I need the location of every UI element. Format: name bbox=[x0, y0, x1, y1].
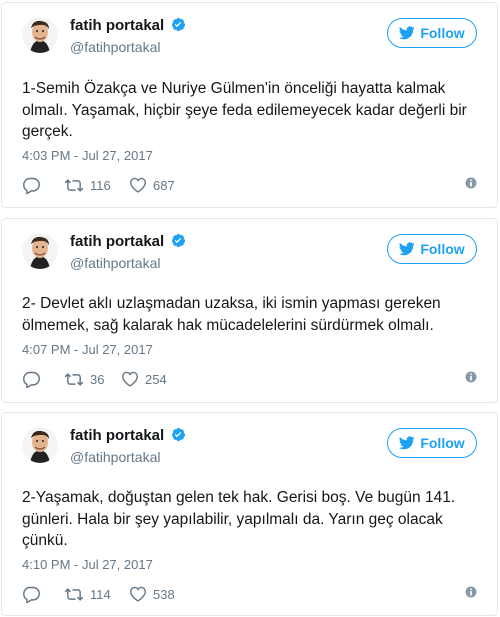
display-name[interactable]: fatih portakal bbox=[70, 233, 186, 252]
follow-label: Follow bbox=[420, 25, 465, 41]
retweet-count: 116 bbox=[90, 177, 111, 193]
follow-button[interactable]: Follow bbox=[387, 18, 477, 48]
reply-icon bbox=[23, 371, 40, 388]
twitter-bird-icon bbox=[399, 26, 416, 40]
retweet-button[interactable]: 114 bbox=[64, 584, 111, 604]
tweet-text: 2- Devlet aklı uzlaşmadan uzaksa, iki is… bbox=[22, 295, 441, 334]
like-button[interactable]: 254 bbox=[121, 369, 167, 389]
tweet-card-2: fatih portakal @fatihportakal Follow 2- … bbox=[1, 218, 498, 403]
tweet-actions: 116 687 bbox=[22, 175, 477, 195]
heart-icon bbox=[122, 371, 138, 387]
display-name[interactable]: fatih portakal bbox=[70, 427, 186, 446]
follow-label: Follow bbox=[420, 241, 465, 257]
display-name-text[interactable]: fatih portakal bbox=[70, 427, 164, 444]
reply-icon bbox=[23, 586, 40, 603]
user-handle[interactable]: @fatihportakal bbox=[70, 449, 160, 465]
tweet-timestamp[interactable]: 4:03 PM - Jul 27, 2017 bbox=[22, 148, 153, 163]
info-icon[interactable] bbox=[465, 177, 477, 192]
user-handle[interactable]: @fatihportakal bbox=[70, 255, 160, 271]
avatar[interactable] bbox=[22, 233, 58, 269]
twitter-bird-icon bbox=[399, 436, 416, 450]
verified-badge-icon bbox=[171, 427, 186, 446]
info-icon[interactable] bbox=[465, 586, 477, 601]
like-button[interactable]: 687 bbox=[129, 175, 175, 195]
display-name-text[interactable]: fatih portakal bbox=[70, 17, 164, 34]
retweet-count: 36 bbox=[90, 371, 105, 387]
info-icon[interactable] bbox=[465, 371, 477, 386]
display-name-text[interactable]: fatih portakal bbox=[70, 233, 164, 250]
tweet-timestamp[interactable]: 4:10 PM - Jul 27, 2017 bbox=[22, 557, 153, 572]
tweet-text: 1-Semih Özakça ve Nuriye Gülmen'in öncel… bbox=[22, 80, 467, 140]
tweet-actions: 114 538 bbox=[22, 584, 477, 604]
tweet-text: 2-Yaşamak, doğuştan gelen tek hak. Geris… bbox=[22, 489, 456, 549]
retweet-icon bbox=[64, 587, 84, 601]
retweet-icon bbox=[64, 178, 84, 192]
avatar[interactable] bbox=[22, 427, 58, 463]
tweet-card-3: fatih portakal @fatihportakal Follow 2-Y… bbox=[1, 412, 498, 616]
like-count: 687 bbox=[153, 177, 175, 193]
user-handle[interactable]: @fatihportakal bbox=[70, 39, 160, 55]
retweet-button[interactable]: 36 bbox=[64, 369, 104, 389]
heart-icon bbox=[130, 177, 146, 193]
tweet-actions: 36 254 bbox=[22, 369, 477, 389]
verified-badge-icon bbox=[171, 233, 186, 252]
tweet-timestamp[interactable]: 4:07 PM - Jul 27, 2017 bbox=[22, 342, 153, 357]
reply-button[interactable] bbox=[22, 175, 41, 195]
follow-label: Follow bbox=[420, 435, 465, 451]
verified-badge-icon bbox=[171, 17, 186, 36]
reply-button[interactable] bbox=[22, 584, 41, 604]
avatar[interactable] bbox=[22, 17, 58, 53]
like-count: 538 bbox=[153, 586, 175, 602]
retweet-button[interactable]: 116 bbox=[64, 175, 111, 195]
follow-button[interactable]: Follow bbox=[387, 428, 477, 458]
retweet-count: 114 bbox=[90, 586, 111, 602]
display-name[interactable]: fatih portakal bbox=[70, 17, 186, 36]
reply-icon bbox=[23, 177, 40, 194]
reply-button[interactable] bbox=[22, 369, 41, 389]
tweet-card-1: fatih portakal @fatihportakal Follow 1-S… bbox=[1, 2, 498, 208]
twitter-bird-icon bbox=[399, 242, 416, 256]
retweet-icon bbox=[64, 372, 84, 386]
like-count: 254 bbox=[145, 371, 167, 387]
heart-icon bbox=[130, 586, 146, 602]
like-button[interactable]: 538 bbox=[129, 584, 175, 604]
follow-button[interactable]: Follow bbox=[387, 234, 477, 264]
